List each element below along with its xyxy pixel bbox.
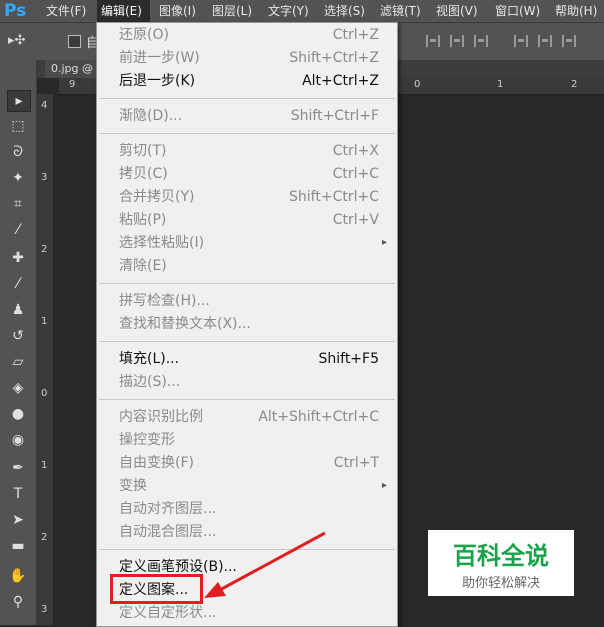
zoom-tool-icon[interactable]: ⚲ [7, 592, 29, 612]
path-selection-tool-icon[interactable]: ➤ [7, 510, 29, 530]
menu-item-free-transform[interactable]: 自由变换(F) Ctrl+T [97, 452, 397, 474]
auto-select-checkbox[interactable] [68, 35, 81, 48]
align-left-icon[interactable] [426, 35, 440, 47]
menu-item-clear[interactable]: 清除(E) [97, 255, 397, 277]
vertical-ruler: 4 3 2 1 0 1 2 3 [37, 94, 53, 625]
callout-arrow-icon [204, 531, 326, 598]
menu-type[interactable]: 文字(Y) [268, 0, 309, 22]
blur-tool-icon[interactable]: ● [7, 404, 29, 424]
menu-item-auto-align-layers[interactable]: 自动对齐图层... [97, 498, 397, 520]
eraser-tool-icon[interactable]: ▱ [7, 352, 29, 372]
menu-image[interactable]: 图像(I) [159, 0, 196, 22]
ruler-label: 0 [414, 79, 421, 90]
highlight-box [110, 574, 203, 604]
eyedropper-tool-icon[interactable]: ⁄ [7, 220, 29, 240]
watermark-logo: 百科全说 助你轻松解决 [428, 530, 574, 596]
menu-item-define-custom-shape[interactable]: 定义自定形状... [97, 602, 397, 624]
type-tool-icon[interactable]: T [7, 484, 29, 504]
lasso-tool-icon[interactable]: ᘐ [7, 142, 29, 162]
menu-item-stroke[interactable]: 描边(S)... [97, 371, 397, 393]
menu-item-step-forward[interactable]: 前进一步(W) Shift+Ctrl+Z [97, 47, 397, 69]
menu-item-find-replace-text[interactable]: 查找和替换文本(X)... [97, 313, 397, 335]
pen-tool-icon[interactable]: ✒ [7, 458, 29, 478]
menu-view[interactable]: 视图(V) [436, 0, 478, 22]
hand-tool-icon[interactable]: ✋ [7, 566, 29, 586]
menu-item-fill[interactable]: 填充(L)... Shift+F5 [97, 348, 397, 370]
ruler-label: 1 [41, 316, 48, 327]
ruler-label: 0 [41, 388, 48, 399]
menu-separator [99, 341, 395, 342]
menu-item-puppet-warp[interactable]: 操控变形 [97, 429, 397, 451]
ruler-label: 3 [41, 172, 48, 183]
watermark-subtitle: 助你轻松解决 [461, 576, 540, 591]
menu-item-fade[interactable]: 渐隐(D)... Shift+Ctrl+F [97, 105, 397, 127]
distribute-middle-icon[interactable] [538, 35, 552, 47]
clone-stamp-tool-icon[interactable]: ♟ [7, 300, 29, 320]
ruler-label: 2 [41, 244, 48, 255]
menu-layer[interactable]: 图层(L) [212, 0, 252, 22]
menu-help[interactable]: 帮助(H) [555, 0, 597, 22]
menu-separator [99, 283, 395, 284]
watermark-title: 百科全说 [453, 542, 549, 570]
menu-separator [99, 98, 395, 99]
photoshop-logo: Ps [4, 1, 27, 21]
menu-edit[interactable]: 编辑(E) [97, 0, 150, 22]
menu-separator [99, 133, 395, 134]
marquee-tool-icon[interactable]: ⬚ [7, 116, 29, 136]
paint-bucket-tool-icon[interactable]: ◈ [7, 378, 29, 398]
brush-tool-icon[interactable]: ⁄ [7, 274, 29, 294]
menu-item-copy[interactable]: 拷贝(C) Ctrl+C [97, 163, 397, 185]
align-right-icon[interactable] [474, 35, 488, 47]
menu-item-copy-merged[interactable]: 合并拷贝(Y) Shift+Ctrl+C [97, 186, 397, 208]
distribute-top-icon[interactable] [514, 35, 528, 47]
menu-select[interactable]: 选择(S) [324, 0, 365, 22]
menu-item-cut[interactable]: 剪切(T) Ctrl+X [97, 140, 397, 162]
crop-tool-icon[interactable]: ⌗ [7, 194, 29, 214]
distribute-bottom-icon[interactable] [562, 35, 576, 47]
ruler-label: 3 [41, 604, 48, 615]
ruler-label: 4 [41, 100, 48, 111]
menu-window[interactable]: 窗口(W) [495, 0, 540, 22]
ruler-label: 1 [41, 460, 48, 471]
spot-healing-tool-icon[interactable]: ✚ [7, 248, 29, 268]
menu-item-content-aware-scale[interactable]: 内容识别比例 Alt+Shift+Ctrl+C [97, 406, 397, 428]
submenu-arrow-icon: ▸ [381, 237, 387, 248]
menu-item-paste-special[interactable]: 选择性粘贴(I) ▸ [97, 232, 397, 254]
menu-item-check-spelling[interactable]: 拼写检查(H)... [97, 290, 397, 312]
tools-panel: ▸ ⬚ ᘐ ✦ ⌗ ⁄ ✚ ⁄ ♟ ↺ ▱ ◈ ● ◉ ✒ T ➤ ▬ ✋ ⚲ [0, 60, 37, 625]
ruler-label: 2 [571, 79, 578, 90]
submenu-arrow-icon: ▸ [381, 480, 387, 491]
magic-wand-tool-icon[interactable]: ✦ [7, 168, 29, 188]
menu-item-paste[interactable]: 粘贴(P) Ctrl+V [97, 209, 397, 231]
ruler-label: 9 [69, 79, 76, 90]
align-center-icon[interactable] [450, 35, 464, 47]
move-tool-icon[interactable]: ▸ [7, 90, 31, 112]
menu-item-step-backward[interactable]: 后退一步(K) Alt+Ctrl+Z [97, 70, 397, 92]
menu-filter[interactable]: 滤镜(T) [380, 0, 421, 22]
document-tab[interactable]: 0.jpg @ [45, 60, 100, 78]
ruler-label: 2 [41, 532, 48, 543]
menu-bar: Ps 文件(F) 编辑(E) 图像(I) 图层(L) 文字(Y) 选择(S) 滤… [0, 0, 604, 22]
menu-separator [99, 399, 395, 400]
dodge-tool-icon[interactable]: ◉ [7, 430, 29, 450]
menu-item-undo[interactable]: 还原(O) Ctrl+Z [97, 24, 397, 46]
move-tool-icon[interactable]: ▸✣ [8, 33, 25, 48]
ruler-label: 1 [497, 79, 504, 90]
history-brush-tool-icon[interactable]: ↺ [7, 326, 29, 346]
rectangle-tool-icon[interactable]: ▬ [7, 536, 29, 556]
menu-file[interactable]: 文件(F) [46, 0, 86, 22]
menu-item-transform[interactable]: 变换 ▸ [97, 475, 397, 497]
